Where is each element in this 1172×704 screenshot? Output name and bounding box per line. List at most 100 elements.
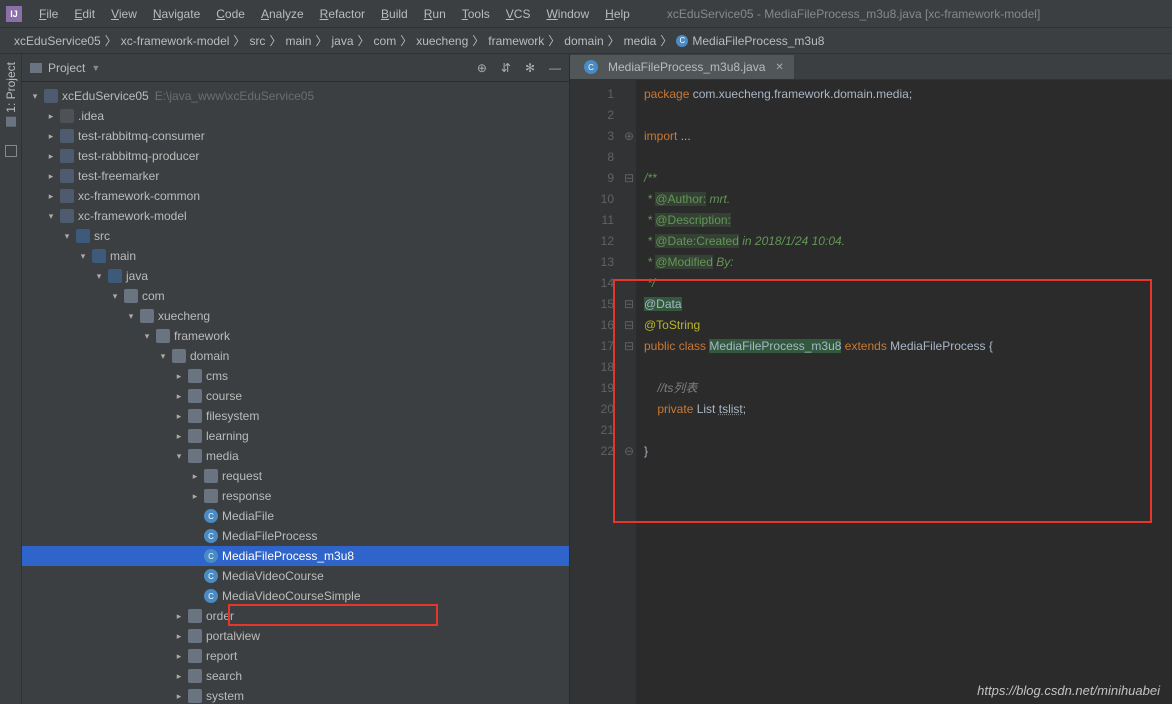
chevron-right-icon[interactable]: ▸ [174,631,184,642]
tree-row[interactable]: ▸test-rabbitmq-producer [22,146,569,166]
chevron-down-icon[interactable]: ▾ [78,251,88,262]
menu-view[interactable]: View [104,5,144,23]
chevron-down-icon[interactable]: ▾ [46,211,56,222]
tree-row[interactable]: ▾com [22,286,569,306]
menu-build[interactable]: Build [374,5,415,23]
breadcrumb-item[interactable]: domain [560,34,607,48]
breadcrumb-item[interactable]: framework [484,34,548,48]
tree-row[interactable]: ▸filesystem [22,406,569,426]
tree-row[interactable]: ▸response [22,486,569,506]
tree-row[interactable]: MediaVideoCourse [22,566,569,586]
tree-row[interactable]: ▾domain [22,346,569,366]
tree-row[interactable]: ▾ main [22,246,569,266]
breadcrumb-item[interactable]: xuecheng [412,34,472,48]
breadcrumb-item[interactable]: src [245,34,269,48]
breadcrumb-item[interactable]: xcEduService05 [10,34,105,48]
tree-row[interactable]: ▸.idea [22,106,569,126]
tree-row[interactable]: ▸test-freemarker [22,166,569,186]
tree-row[interactable]: MediaVideoCourseSimple [22,586,569,606]
chevron-right-icon[interactable]: ▸ [174,431,184,442]
breadcrumb-item[interactable]: main [281,34,315,48]
chevron-right-icon[interactable]: ▸ [174,611,184,622]
breadcrumb-item[interactable]: media [620,34,661,48]
menu-window[interactable]: Window [539,5,596,23]
sidebar-tab-project[interactable]: 1: Project [4,62,18,127]
menu-navigate[interactable]: Navigate [146,5,207,23]
breadcrumb-item[interactable]: C MediaFileProcess_m3u8 [672,34,828,48]
chevron-right-icon[interactable]: ▸ [46,191,56,202]
chevron-right-icon[interactable]: ▸ [190,491,200,502]
menu-tools[interactable]: Tools [455,5,497,23]
tree-row[interactable]: ▸cms [22,366,569,386]
tree-row[interactable]: ▸search [22,666,569,686]
class-icon [204,589,218,603]
tree-row[interactable]: ▾media [22,446,569,466]
code-content[interactable]: package com.xuecheng.framework.domain.me… [636,80,1172,704]
chevron-down-icon[interactable]: ▾ [158,351,168,362]
chevron-right-icon[interactable]: ▸ [174,411,184,422]
tree-row[interactable]: ▸system [22,686,569,704]
editor-tab-active[interactable]: MediaFileProcess_m3u8.java ✕ [570,55,795,79]
chevron-right-icon[interactable]: ▸ [46,151,56,162]
menu-run[interactable]: Run [417,5,453,23]
chevron-right-icon[interactable]: ▸ [174,391,184,402]
chevron-right-icon[interactable]: ▸ [46,131,56,142]
tree-row[interactable]: MediaFileProcess_m3u8 [22,546,569,566]
chevron-right-icon[interactable]: ▸ [174,371,184,382]
menu-refactor[interactable]: Refactor [313,5,372,23]
tree-row[interactable]: MediaFileProcess [22,526,569,546]
tree-row[interactable]: ▾ framework [22,326,569,346]
chevron-down-icon[interactable]: ▾ [110,291,120,302]
scroll-from-source-icon[interactable]: ⊕ [477,61,487,75]
tree-row[interactable]: ▸portalview [22,626,569,646]
breadcrumb-item[interactable]: com [370,34,401,48]
project-tree[interactable]: ▾xcEduService05E:\java_www\xcEduService0… [22,82,569,704]
project-panel-header: Project ▼ ⊕ ⇵ ✻ — [22,54,569,82]
project-panel-title[interactable]: Project ▼ [30,61,100,75]
chevron-down-icon[interactable]: ▾ [126,311,136,322]
chevron-right-icon[interactable]: ▸ [46,111,56,122]
tree-row[interactable]: ▸test-rabbitmq-consumer [22,126,569,146]
tree-row[interactable]: ▾xuecheng [22,306,569,326]
chevron-down-icon[interactable]: ▾ [142,331,152,342]
tree-row[interactable]: MediaFile [22,506,569,526]
menu-edit[interactable]: Edit [67,5,102,23]
menu-vcs[interactable]: VCS [499,5,538,23]
sidebar-tab-structure-icon[interactable] [5,145,17,157]
breadcrumb-item[interactable]: xc-framework-model [117,34,234,48]
chevron-down-icon[interactable]: ▾ [62,231,72,242]
chevron-right-icon[interactable]: ▸ [46,171,56,182]
tree-label: framework [174,329,230,343]
code-editor[interactable]: 123 8 910111213141516171819202122 ⊕⊟⊟⊟⊟⊖… [570,80,1172,704]
menu-file[interactable]: File [32,5,65,23]
tree-row[interactable]: ▾xc-framework-model [22,206,569,226]
tree-label: xcEduService05 [62,89,149,103]
tree-row[interactable]: ▾src [22,226,569,246]
chevron-right-icon[interactable]: ▸ [174,691,184,702]
chevron-right-icon[interactable]: ▸ [190,471,200,482]
tree-label: main [110,249,136,263]
tree-row[interactable]: ▸order [22,606,569,626]
tree-row[interactable]: ▸learning [22,426,569,446]
tree-row[interactable]: ▸report [22,646,569,666]
tree-row[interactable]: ▸course [22,386,569,406]
tree-label: request [222,469,262,483]
chevron-down-icon[interactable]: ▾ [94,271,104,282]
menu-help[interactable]: Help [598,5,637,23]
tree-row[interactable]: ▾java [22,266,569,286]
gear-icon[interactable]: ✻ [525,61,535,75]
tree-row[interactable]: ▾xcEduService05E:\java_www\xcEduService0… [22,86,569,106]
main-split: 1: Project Project ▼ ⊕ ⇵ ✻ — ▾ xcEduServi… [0,54,1172,704]
menu-code[interactable]: Code [209,5,252,23]
chevron-right-icon[interactable]: ▸ [174,671,184,682]
chevron-down-icon[interactable]: ▾ [30,91,40,102]
close-icon[interactable]: ✕ [775,62,783,73]
tree-row[interactable]: ▸ request [22,466,569,486]
minimize-icon[interactable]: — [549,61,561,75]
menu-analyze[interactable]: Analyze [254,5,311,23]
chevron-right-icon[interactable]: ▸ [174,651,184,662]
tree-row[interactable]: ▸xc-framework-common [22,186,569,206]
breadcrumb-item[interactable]: java [327,34,357,48]
collapse-all-icon[interactable]: ⇵ [501,61,511,75]
chevron-down-icon[interactable]: ▾ [174,451,184,462]
